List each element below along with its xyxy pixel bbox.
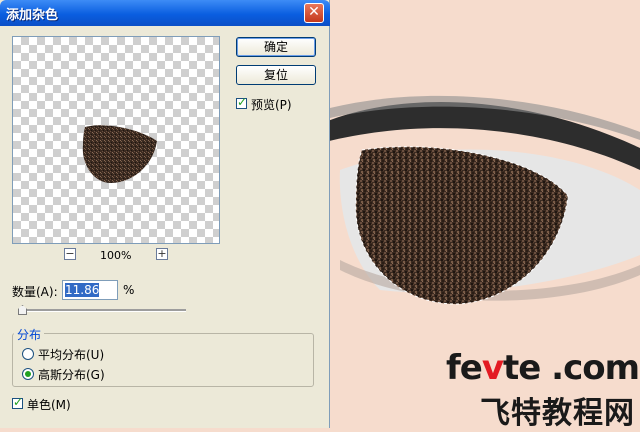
distribution-label: 分布 [14, 326, 45, 343]
preview-window[interactable] [12, 36, 220, 244]
watermark-site: fevte .com [446, 348, 640, 388]
amount-slider-track[interactable] [18, 309, 186, 312]
plus-icon: + [157, 247, 167, 260]
close-icon: ✕ [308, 4, 320, 20]
amount-label: 数量(A): [12, 285, 58, 299]
add-noise-dialog: 添加杂色 ✕ − 100% + 确定 复位 ✓ 预览(P) 数量(A): 11.… [0, 0, 330, 428]
uniform-radio[interactable] [22, 348, 34, 360]
ok-button[interactable]: 确定 [236, 37, 316, 57]
dialog-titlebar[interactable]: 添加杂色 ✕ [0, 0, 330, 26]
watermark-brand: 飞特教程网 [480, 396, 635, 431]
reset-button[interactable]: 复位 [236, 65, 316, 85]
amount-unit: % [123, 283, 135, 297]
dialog-title: 添加杂色 [6, 8, 59, 23]
radio-selected-dot [25, 371, 31, 377]
amount-value: 11.86 [65, 283, 100, 297]
preview-image [82, 125, 157, 183]
gaussian-radio[interactable] [22, 368, 34, 380]
uniform-label: 平均分布(U) [38, 348, 105, 362]
zoom-out-button[interactable]: − [64, 248, 76, 260]
check-icon: ✓ [13, 395, 24, 409]
watermark-suffix: te .com [503, 348, 640, 388]
gaussian-label: 高斯分布(G) [38, 368, 105, 382]
zoom-controls: − 100% + [64, 248, 174, 264]
zoom-level: 100% [100, 249, 132, 262]
zoom-in-button[interactable]: + [156, 248, 168, 260]
monochrome-label: 单色(M) [27, 398, 71, 412]
minus-icon: − [65, 247, 75, 260]
preview-checkbox[interactable]: ✓ [236, 95, 248, 109]
check-icon: ✓ [237, 95, 248, 109]
watermark-accent: v [481, 348, 504, 388]
monochrome-checkbox[interactable]: ✓ [12, 395, 24, 409]
close-button[interactable]: ✕ [304, 3, 324, 23]
watermark-prefix: fe [446, 348, 483, 388]
slider-thumb-icon[interactable] [18, 305, 27, 315]
preview-label: 预览(P) [251, 98, 292, 112]
amount-input[interactable]: 11.86 [62, 280, 118, 300]
